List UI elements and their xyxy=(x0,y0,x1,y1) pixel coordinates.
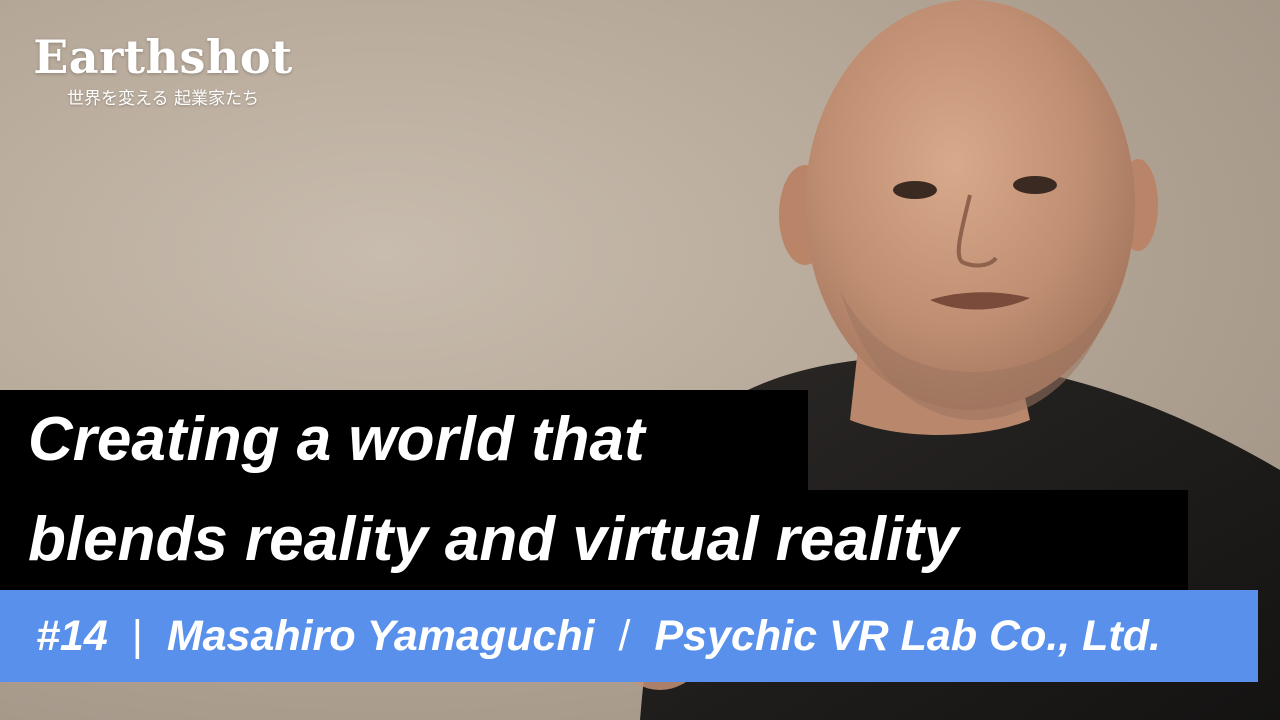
brand-tagline: 世界を変える 起業家たち xyxy=(67,89,259,109)
episode-person: Masahiro Yamaguchi xyxy=(166,612,595,660)
brand-logo: Earthshot 世界を変える 起業家たち xyxy=(32,30,294,110)
episode-banner: #14 | Masahiro Yamaguchi / Psychic VR La… xyxy=(0,590,1258,682)
episode-number: #14 xyxy=(36,612,108,660)
brand-name: Earthshot xyxy=(33,30,293,84)
episode-separator: | xyxy=(131,612,143,660)
headline-line-2: blends reality and virtual reality xyxy=(0,490,1188,590)
headline-line-1: Creating a world that xyxy=(0,390,808,490)
episode-separator-slash: / xyxy=(618,612,631,660)
episode-company: Psychic VR Lab Co., Ltd. xyxy=(654,612,1161,660)
video-thumbnail: Earthshot 世界を変える 起業家たち Creating a world … xyxy=(0,0,1280,720)
